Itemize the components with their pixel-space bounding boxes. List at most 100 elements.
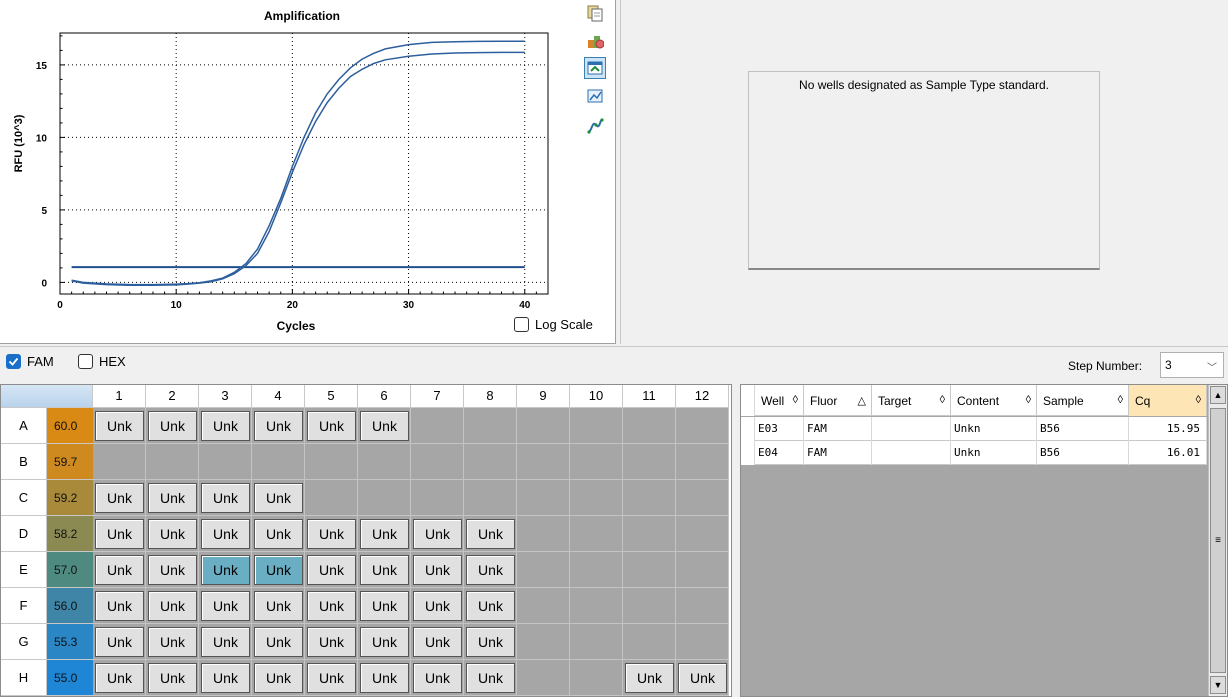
well-G8[interactable]: Unk	[466, 627, 515, 657]
well-D8[interactable]: Unk	[466, 519, 515, 549]
results-row[interactable]: E03 FAM Unkn B56 15.95	[741, 417, 1207, 441]
well-A3[interactable]: Unk	[201, 411, 250, 441]
well-A2[interactable]: Unk	[148, 411, 197, 441]
row-header-A[interactable]: A	[1, 408, 47, 444]
plate-corner[interactable]	[1, 385, 93, 408]
sort-icon[interactable]: ◊	[940, 394, 945, 406]
well-H5[interactable]: Unk	[307, 663, 356, 693]
amplification-chart[interactable]: 0 10 20 30 40 0 5 10 15 Amplification Cycles RFU (1…	[0, 0, 616, 344]
row-selector[interactable]	[741, 441, 755, 465]
well-D5[interactable]: Unk	[307, 519, 356, 549]
column-header-target[interactable]: Target ◊	[872, 385, 951, 416]
sort-icon[interactable]: △	[858, 394, 866, 407]
results-scrollbar[interactable]: ▲ ≡ ▼	[1208, 385, 1227, 696]
results-row[interactable]: E04 FAM Unkn B56 16.01	[741, 441, 1207, 465]
well-G1[interactable]: Unk	[95, 627, 144, 657]
copy-icon[interactable]	[584, 2, 606, 24]
column-header-fluor[interactable]: Fluor △	[804, 385, 872, 416]
sort-icon[interactable]: ◊	[1196, 394, 1201, 406]
column-header-7[interactable]: 7	[411, 385, 464, 408]
well-H8[interactable]: Unk	[466, 663, 515, 693]
well-F7[interactable]: Unk	[413, 591, 462, 621]
column-header-5[interactable]: 5	[305, 385, 358, 408]
column-header-1[interactable]: 1	[93, 385, 146, 408]
well-D3[interactable]: Unk	[201, 519, 250, 549]
row-header-B[interactable]: B	[1, 444, 47, 480]
well-G3[interactable]: Unk	[201, 627, 250, 657]
column-header-cq[interactable]: Cq ◊	[1129, 385, 1207, 416]
well-G5[interactable]: Unk	[307, 627, 356, 657]
fluor-hex-option[interactable]: HEX	[78, 354, 126, 369]
select-range-icon[interactable]	[584, 57, 606, 79]
column-header-11[interactable]: 11	[623, 385, 676, 408]
well-E5[interactable]: Unk	[307, 555, 356, 585]
well-F5[interactable]: Unk	[307, 591, 356, 621]
column-header-10[interactable]: 10	[570, 385, 623, 408]
well-G6[interactable]: Unk	[360, 627, 409, 657]
zoom-icon[interactable]	[584, 85, 606, 107]
row-header-G[interactable]: G	[1, 624, 47, 660]
well-D7[interactable]: Unk	[413, 519, 462, 549]
row-header-D[interactable]: D	[1, 516, 47, 552]
well-H1[interactable]: Unk	[95, 663, 144, 693]
well-G4[interactable]: Unk	[254, 627, 303, 657]
well-H7[interactable]: Unk	[413, 663, 462, 693]
well-F4[interactable]: Unk	[254, 591, 303, 621]
log-scale-checkbox[interactable]	[514, 317, 529, 332]
well-D6[interactable]: Unk	[360, 519, 409, 549]
column-header-content[interactable]: Content ◊	[951, 385, 1037, 416]
column-header-sample[interactable]: Sample ◊	[1037, 385, 1129, 416]
sort-icon[interactable]: ◊	[1118, 394, 1123, 406]
curve-icon[interactable]	[584, 115, 606, 137]
row-selector[interactable]	[741, 417, 755, 441]
fluor-fam-checkbox[interactable]	[6, 354, 21, 369]
row-header-C[interactable]: C	[1, 480, 47, 516]
well-E7[interactable]: Unk	[413, 555, 462, 585]
well-E2[interactable]: Unk	[148, 555, 197, 585]
column-header-well[interactable]: Well ◊	[755, 385, 804, 416]
well-A1[interactable]: Unk	[95, 411, 144, 441]
log-scale-toggle[interactable]: Log Scale	[514, 317, 593, 332]
well-F1[interactable]: Unk	[95, 591, 144, 621]
well-H4[interactable]: Unk	[254, 663, 303, 693]
column-header-4[interactable]: 4	[252, 385, 305, 408]
well-E1[interactable]: Unk	[95, 555, 144, 585]
column-header-3[interactable]: 3	[199, 385, 252, 408]
well-D2[interactable]: Unk	[148, 519, 197, 549]
well-F8[interactable]: Unk	[466, 591, 515, 621]
column-header-9[interactable]: 9	[517, 385, 570, 408]
well-F2[interactable]: Unk	[148, 591, 197, 621]
well-E3[interactable]: Unk	[201, 555, 250, 585]
column-header-12[interactable]: 12	[676, 385, 729, 408]
well-A5[interactable]: Unk	[307, 411, 356, 441]
well-A4[interactable]: Unk	[254, 411, 303, 441]
column-header-2[interactable]: 2	[146, 385, 199, 408]
scroll-down-icon[interactable]: ▼	[1210, 676, 1226, 694]
row-header-E[interactable]: E	[1, 552, 47, 588]
well-H6[interactable]: Unk	[360, 663, 409, 693]
well-E4[interactable]: Unk	[254, 555, 303, 585]
panel-splitter[interactable]	[620, 0, 624, 344]
well-F6[interactable]: Unk	[360, 591, 409, 621]
scroll-up-icon[interactable]: ▲	[1210, 386, 1226, 404]
well-G2[interactable]: Unk	[148, 627, 197, 657]
sort-icon[interactable]: ◊	[793, 394, 798, 406]
well-C2[interactable]: Unk	[148, 483, 197, 513]
well-D4[interactable]: Unk	[254, 519, 303, 549]
sort-icon[interactable]: ◊	[1026, 394, 1031, 406]
well-C3[interactable]: Unk	[201, 483, 250, 513]
well-F3[interactable]: Unk	[201, 591, 250, 621]
export-icon[interactable]	[584, 30, 606, 52]
column-header-6[interactable]: 6	[358, 385, 411, 408]
well-E8[interactable]: Unk	[466, 555, 515, 585]
well-A6[interactable]: Unk	[360, 411, 409, 441]
well-H11[interactable]: Unk	[625, 663, 674, 693]
scroll-thumb[interactable]: ≡	[1210, 408, 1226, 673]
well-H3[interactable]: Unk	[201, 663, 250, 693]
well-H12[interactable]: Unk	[678, 663, 727, 693]
well-C4[interactable]: Unk	[254, 483, 303, 513]
well-G7[interactable]: Unk	[413, 627, 462, 657]
row-header-F[interactable]: F	[1, 588, 47, 624]
well-D1[interactable]: Unk	[95, 519, 144, 549]
step-number-select[interactable]: 3 ﹀	[1160, 352, 1224, 378]
